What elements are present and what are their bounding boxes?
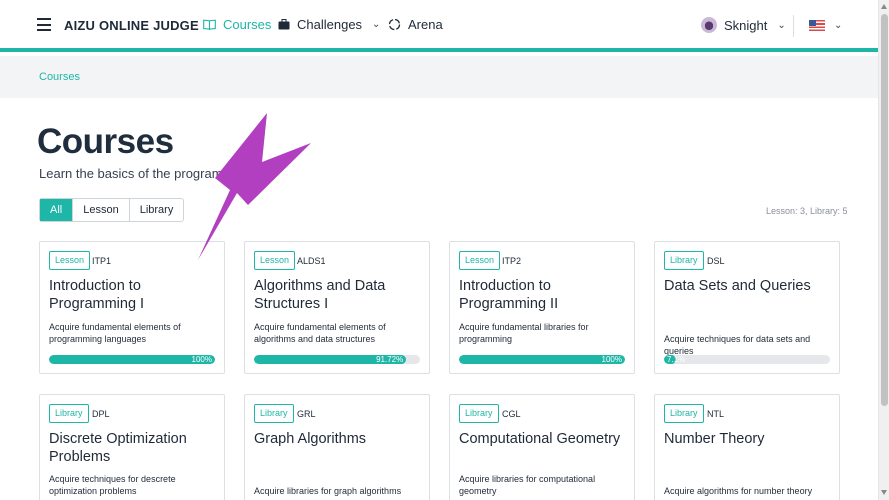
us-flag-icon [809,20,825,31]
course-type-badge: Lesson [459,251,501,270]
course-card[interactable]: Library CGL Computational Geometry Acqui… [449,394,635,500]
course-card[interactable]: Library GRL Graph Algorithms Acquire lib… [244,394,430,500]
course-description: Acquire algorithms for number theory [664,486,813,496]
progress-label: 91.72% [376,355,404,364]
course-type-badge: Library [664,404,704,423]
refresh-icon [388,18,401,31]
course-code: CGL [502,409,521,419]
page-title: Courses [37,122,174,161]
course-description: Acquire fundamental elements of programm… [49,322,181,344]
progress-label: 100% [191,355,212,364]
course-code: DPL [92,409,110,419]
course-code: NTL [707,409,725,419]
filter-library-button[interactable]: Library [128,199,184,221]
course-description: Acquire fundamental elements of algorith… [254,322,386,344]
progress-fill: 100% [49,355,215,364]
course-description: Acquire techniques for descrete optimiza… [49,474,176,496]
course-card[interactable]: Library NTL Number Theory Acquire algori… [654,394,840,500]
nav-arena[interactable]: Arena [388,17,443,32]
course-description: Acquire techniques for data sets and que… [664,334,811,356]
scroll-up-icon[interactable] [881,4,887,9]
briefcase-icon [278,19,290,30]
scroll-thumb[interactable] [881,14,888,406]
nav-arena-label: Arena [408,17,443,32]
chevron-down-icon: ⌄ [372,19,381,30]
course-card[interactable]: Lesson ITP2 Introduction to Programming … [449,241,635,374]
progress-label: 100% [601,355,622,364]
course-type-badge: Library [254,404,294,423]
course-code: ITP2 [502,256,522,266]
nav-challenges-label: Challenges [297,17,363,32]
page: AIZU ONLINE JUDGE Courses Challenges ⌄ A… [0,0,889,500]
course-type-badge: Library [664,251,704,270]
progress-bar: 7.1% [664,355,830,364]
nav-courses-label: Courses [223,17,272,32]
course-code: ALDS1 [297,256,326,266]
scrollbar[interactable] [878,0,889,500]
breadcrumb-bar: Courses [0,56,878,98]
course-code: ITP1 [92,256,112,266]
book-icon [203,19,216,30]
course-code: GRL [297,409,316,419]
course-card[interactable]: Library DPL Discrete Optimization Proble… [39,394,225,500]
course-title: Graph Algorithms [254,431,367,447]
course-description: Acquire libraries for computational geom… [459,474,596,496]
course-type-badge: Library [459,404,499,423]
scroll-down-icon[interactable] [881,490,887,495]
user-menu[interactable]: Sknight ⌄ [701,17,786,33]
language-selector[interactable]: ⌄ [809,20,842,31]
course-description: Acquire libraries for graph algorithms [254,486,402,496]
nav-courses[interactable]: Courses [203,17,271,32]
course-title: Introduction to Programming II [459,278,559,312]
avatar [701,17,717,33]
course-title: Computational Geometry [459,431,621,447]
progress-bar: 100% [459,355,625,364]
course-type-badge: Lesson [49,251,91,270]
filter-lesson-button[interactable]: Lesson [72,199,128,221]
nav-divider [793,15,794,37]
chevron-down-icon: ⌄ [834,20,843,31]
progress-label: 7.1% [667,355,686,364]
hamburger-menu-icon[interactable] [37,18,51,31]
page-subtitle: Learn the basics of the program [39,166,223,181]
filter-all-button[interactable]: All [40,199,73,221]
progress-fill: 100% [459,355,625,364]
course-card[interactable]: Lesson ITP1 Introduction to Programming … [39,241,225,374]
course-title: Data Sets and Queries [664,278,811,294]
course-card[interactable]: Library DSL Data Sets and Queries Acquir… [654,241,840,374]
filter-group: All Lesson Library [39,198,185,222]
progress-bar: 91.72% [254,355,420,364]
nav-challenges[interactable]: Challenges ⌄ [278,17,380,32]
brand-logo[interactable]: AIZU ONLINE JUDGE [64,18,199,33]
progress-fill: 91.72% [254,355,407,364]
course-title: Algorithms and Data Structures I [254,278,386,312]
course-counts: Lesson: 3, Library: 5 [766,206,848,216]
course-title: Discrete Optimization Problems [49,431,187,465]
course-type-badge: Library [49,404,89,423]
top-navbar: AIZU ONLINE JUDGE Courses Challenges ⌄ A… [0,0,878,52]
progress-bar: 100% [49,355,215,364]
course-type-badge: Lesson [254,251,296,270]
breadcrumb[interactable]: Courses [39,71,80,83]
course-title: Number Theory [664,431,765,447]
chevron-down-icon: ⌄ [777,19,786,31]
username: Sknight [724,17,768,33]
course-code: DSL [707,256,725,266]
course-title: Introduction to Programming I [49,278,145,312]
course-card[interactable]: Lesson ALDS1 Algorithms and Data Structu… [244,241,430,374]
course-description: Acquire fundamental libraries for progra… [459,322,589,344]
progress-fill: 7.1% [664,355,685,364]
